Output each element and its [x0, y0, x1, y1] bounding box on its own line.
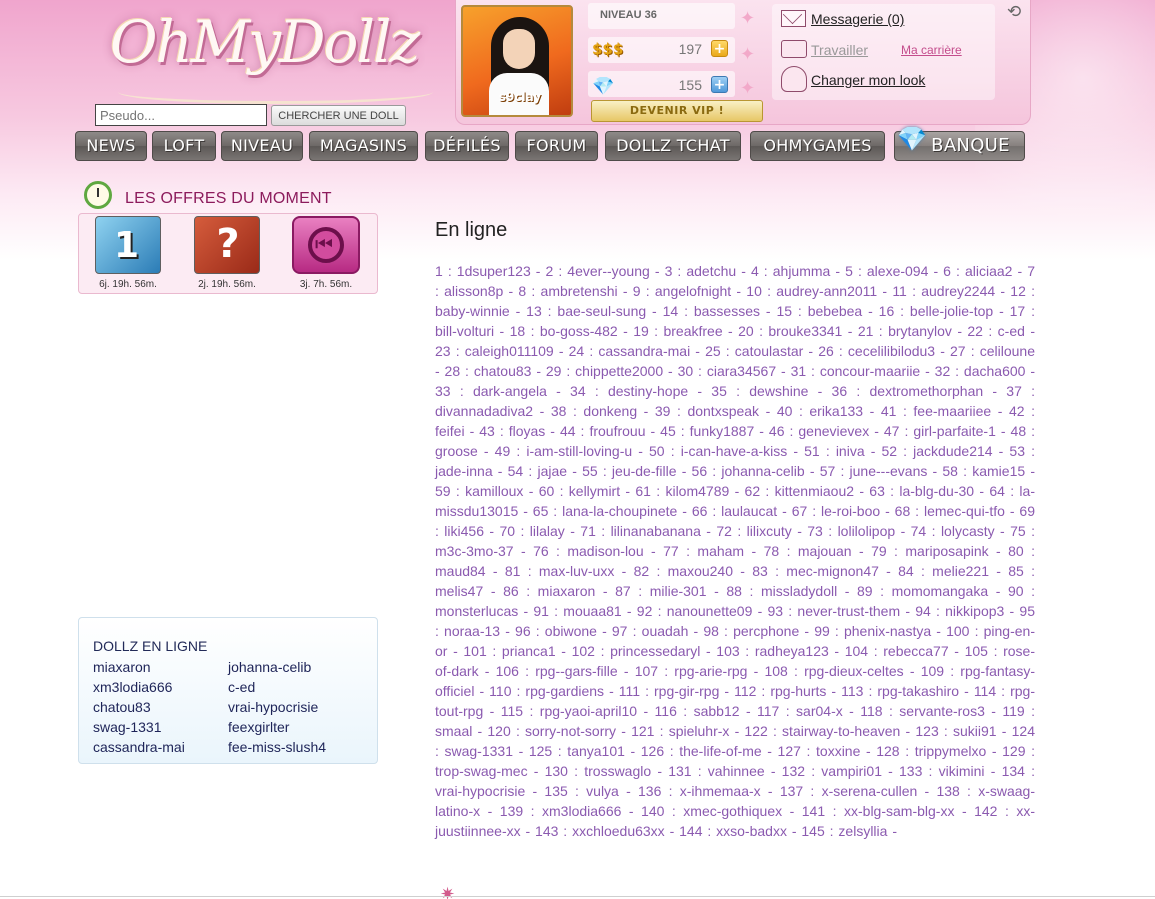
online-user[interactable]: johanna-celib	[228, 659, 311, 675]
online-user[interactable]: fee-miss-slush4	[228, 739, 326, 755]
change-look-link[interactable]: Changer mon look	[811, 72, 925, 88]
diamonds-value: 155	[678, 77, 702, 93]
question-mark-icon: ?	[216, 221, 240, 267]
messages-link[interactable]: Messagerie (0)	[811, 11, 904, 27]
offer-1-time: 6j. 19h. 56m.	[99, 279, 157, 290]
nav-dollz-tchat[interactable]: DOLLZ TCHAT	[605, 131, 741, 161]
logo-swoosh	[118, 80, 433, 104]
rewind-icon	[308, 227, 344, 263]
online-users-list[interactable]: 1 : 1dsuper123 - 2 : 4ever--young - 3 : …	[435, 261, 1035, 841]
money-value: 197	[678, 41, 702, 57]
offer-2[interactable]: ?	[194, 216, 260, 274]
nav-magasins[interactable]: MAGASINS	[309, 131, 418, 161]
level-label: NIVEAU 36	[600, 9, 657, 21]
nav-ohmygames[interactable]: OHMYGAMES	[750, 131, 885, 161]
diamond-icon: 💎	[592, 76, 615, 97]
nav-forum[interactable]: FORUM	[515, 131, 598, 161]
search-doll-button[interactable]: CHERCHER UNE DOLL	[271, 105, 406, 126]
person-icon	[781, 66, 807, 92]
sparkle-icon: ✦	[740, 8, 756, 29]
online-user[interactable]: swag-1331	[93, 719, 162, 735]
add-diamonds-button[interactable]: +	[711, 76, 728, 93]
online-user[interactable]: cassandra-mai	[93, 739, 185, 755]
money-icon: $$$	[592, 40, 624, 58]
online-user[interactable]: c-ed	[228, 679, 255, 695]
divider	[0, 896, 1155, 897]
add-money-button[interactable]: +	[711, 40, 728, 57]
become-vip-button[interactable]: DEVENIR VIP !	[591, 100, 763, 122]
offer-1[interactable]: 1	[95, 216, 161, 274]
offers-title: LES OFFRES DU MOMENT	[125, 190, 332, 207]
page-title: En ligne	[435, 219, 508, 241]
offer-2-time: 2j. 19h. 56m.	[198, 279, 256, 290]
sparkle-icon: ✦	[740, 78, 756, 99]
online-user[interactable]: feexgirlter	[228, 719, 289, 735]
online-dollz-title: DOLLZ EN LIGNE	[93, 638, 208, 654]
offer-3-time: 3j. 7h. 56m.	[299, 279, 353, 290]
number-one-icon: 1	[114, 225, 140, 266]
briefcase-icon	[781, 40, 807, 58]
online-user[interactable]: miaxaron	[93, 659, 151, 675]
online-user[interactable]: vrai-hypocrisie	[228, 699, 318, 715]
nav-news[interactable]: NEWS	[75, 131, 147, 161]
avatar-name-tag: s9clay	[498, 90, 542, 104]
nav-banque[interactable]: 💎 BANQUE	[894, 125, 1025, 161]
nav-loft[interactable]: LOFT	[152, 131, 216, 161]
logout-icon[interactable]: ⟲	[1007, 2, 1021, 22]
nav-defiles[interactable]: DÉFILÉS	[425, 131, 509, 161]
online-user[interactable]: chatou83	[93, 699, 151, 715]
sparkle-icon: ✦	[740, 44, 756, 65]
avatar[interactable]: s9clay	[461, 5, 573, 117]
envelope-icon	[781, 10, 806, 27]
avatar-face	[503, 29, 535, 69]
offer-3[interactable]	[292, 216, 360, 274]
work-link[interactable]: Travailler	[811, 42, 868, 58]
nav-niveau[interactable]: NIVEAU	[221, 131, 303, 161]
online-user[interactable]: xm3lodia666	[93, 679, 172, 695]
career-link[interactable]: Ma carrière	[901, 43, 962, 57]
search-input[interactable]	[95, 104, 267, 126]
diamond-icon: 💎	[897, 125, 928, 153]
clock-icon	[84, 181, 112, 209]
